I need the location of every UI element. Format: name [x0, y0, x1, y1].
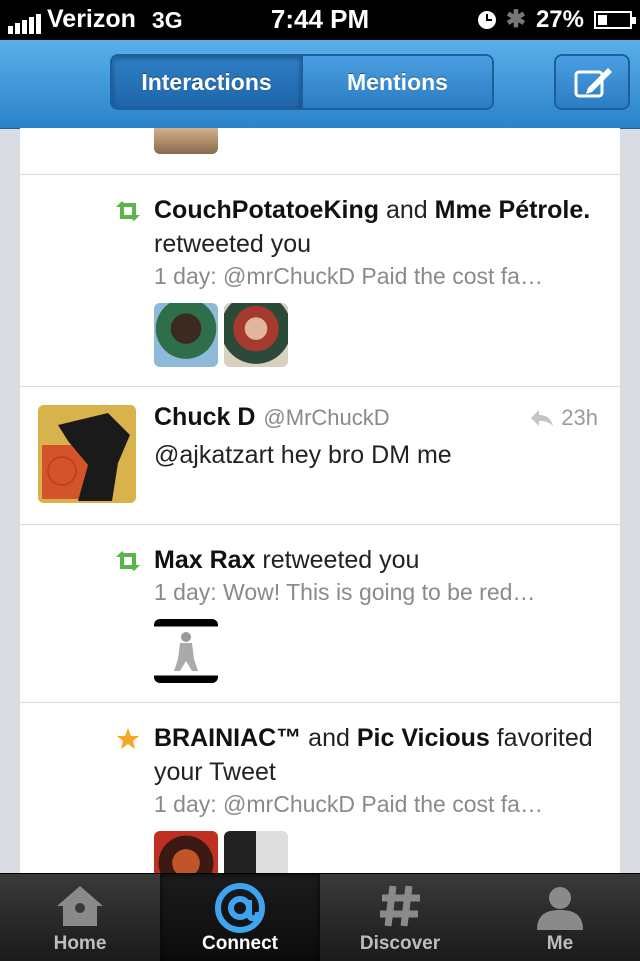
retweet-icon: [116, 201, 140, 221]
bluetooth-icon: ✱: [505, 6, 526, 33]
feed-item-title: BRAINIAC™ and Pic Vicious favorited your…: [154, 721, 600, 789]
tab-label: Discover: [359, 933, 441, 954]
tab-label: Me: [546, 933, 574, 954]
author-handle: @MrChuckD: [263, 405, 390, 430]
action-text: retweeted you: [262, 546, 420, 574]
actor-avatars: [154, 619, 218, 683]
connector-text: and: [385, 196, 428, 224]
feed-item-partial[interactable]: [20, 128, 620, 175]
tab-connect[interactable]: Connect: [160, 874, 320, 961]
feed-item-retweet[interactable]: CouchPotatoeKing and Mme Pétrole. retwee…: [20, 175, 620, 387]
tweet-timestamp: 23h: [561, 405, 598, 430]
star-icon: [117, 728, 139, 749]
tweet-excerpt: 1 day: @mrChuckD Paid the cost fa…: [154, 263, 543, 289]
home-icon: [57, 886, 103, 926]
status-bar: Verizon 3G 7:44 PM ✱ 27%: [0, 0, 640, 40]
alarm-clock-icon: [477, 10, 496, 29]
tab-bar: Home Connect Discover Me: [0, 873, 640, 961]
reply-icon[interactable]: [531, 410, 554, 426]
battery-icon: [594, 10, 636, 29]
actor-name[interactable]: Pic Vicious: [357, 724, 490, 752]
retweet-icon: [116, 551, 140, 571]
connector-text: and: [308, 724, 350, 752]
author-display-name: Chuck D: [154, 403, 256, 431]
avatar[interactable]: [154, 303, 218, 367]
battery-percentage: 27%: [535, 5, 584, 33]
avatar[interactable]: [154, 831, 218, 873]
actor-name[interactable]: Max Rax: [154, 546, 255, 574]
actor-name[interactable]: Mme Pétrole.: [435, 196, 591, 224]
compose-button[interactable]: [554, 54, 630, 110]
feed-item-favorite[interactable]: BRAINIAC™ and Pic Vicious favorited your…: [20, 703, 620, 873]
navigation-bar: Interactions Mentions: [0, 40, 640, 129]
feed-item-retweet[interactable]: Max Rax retweeted you 1 day: Wow! This i…: [20, 525, 620, 703]
action-text: retweeted you: [154, 230, 312, 258]
tweet-excerpt: 1 day: Wow! This is going to be red…: [154, 579, 536, 605]
tab-home[interactable]: Home: [0, 874, 160, 961]
compose-icon: [574, 68, 612, 98]
author-name[interactable]: Chuck D @MrChuckD: [154, 403, 390, 432]
tweet-excerpt: 1 day: @mrChuckD Paid the cost fa…: [154, 791, 543, 817]
segment-interactions[interactable]: Interactions: [112, 56, 303, 108]
at-sign-icon: [215, 883, 265, 933]
avatar[interactable]: [224, 831, 288, 873]
actor-name[interactable]: CouchPotatoeKing: [154, 196, 379, 224]
tab-label: Connect: [202, 933, 278, 954]
feed-item-title: Max Rax retweeted you: [154, 543, 600, 577]
tweet-text: @ajkatzart hey bro DM me: [154, 441, 452, 469]
feed-item-tweet[interactable]: Chuck D @MrChuckD 23h @ajkatzart hey bro …: [20, 387, 620, 525]
actor-avatars: [154, 831, 288, 873]
segment-mentions[interactable]: Mentions: [303, 56, 492, 108]
tab-label: Home: [53, 933, 107, 954]
avatar: [154, 128, 218, 154]
feed-item-title: CouchPotatoeKing and Mme Pétrole. retwee…: [154, 193, 600, 261]
actor-name[interactable]: BRAINIAC™: [154, 724, 301, 752]
person-icon: [537, 887, 583, 930]
status-right: ✱ 27%: [477, 5, 636, 34]
tab-me[interactable]: Me: [480, 874, 640, 961]
avatar[interactable]: [154, 619, 218, 683]
hashtag-icon: [380, 885, 420, 927]
tweet-time: 23h: [531, 405, 598, 431]
avatar[interactable]: [224, 303, 288, 367]
actor-avatars: [154, 303, 288, 367]
tab-discover[interactable]: Discover: [320, 874, 480, 961]
avatar[interactable]: [38, 405, 136, 503]
interactions-feed: CouchPotatoeKing and Mme Pétrole. retwee…: [20, 128, 620, 873]
segmented-control: Interactions Mentions: [110, 54, 494, 110]
